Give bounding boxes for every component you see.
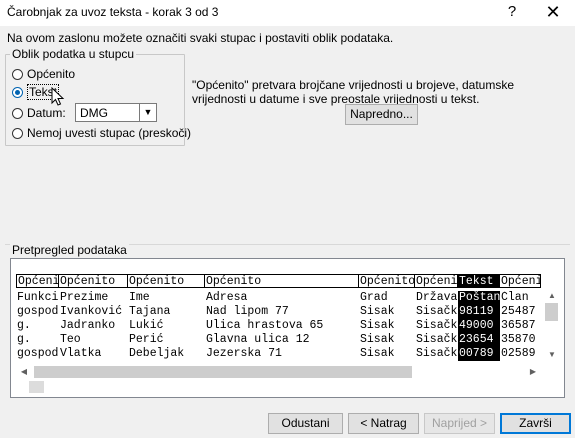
preview-cell: Sisak bbox=[360, 347, 395, 360]
preview-cell: Sisačko bbox=[416, 305, 458, 318]
radio-general-label: Općenito bbox=[27, 67, 76, 81]
preview-cell: Sisačko bbox=[416, 319, 458, 332]
preview-column-header[interactable]: Općenito bbox=[205, 274, 359, 288]
preview-column-header[interactable]: Tekst bbox=[458, 274, 500, 288]
next-button[interactable]: Naprijed > bbox=[424, 413, 495, 434]
preview-cell: Ivanković bbox=[60, 305, 123, 318]
radio-skip[interactable]: Nemoj uvesti stupac (preskoči) bbox=[12, 125, 191, 141]
preview-cell: Ime bbox=[129, 291, 150, 304]
preview-column-header[interactable]: Općenito bbox=[128, 274, 205, 288]
finish-button[interactable]: Završi bbox=[500, 413, 571, 434]
radio-skip-circle[interactable] bbox=[12, 127, 23, 139]
radio-date[interactable]: Datum: bbox=[12, 105, 66, 121]
scroll-down-icon[interactable]: ▼ bbox=[545, 348, 559, 362]
preview-column-header[interactable]: Općenito bbox=[500, 274, 541, 288]
back-button[interactable]: < Natrag bbox=[348, 413, 419, 434]
preview-cell: Poštanski bbox=[458, 291, 500, 305]
preview-label: Pretpregled podataka bbox=[10, 243, 129, 257]
preview-cell: 36587 bbox=[501, 319, 536, 332]
preview-cell: Član bbox=[501, 291, 529, 304]
preview-cell: gospodin bbox=[17, 305, 59, 318]
preview-cell: Nad lipom 77 bbox=[206, 305, 289, 318]
radio-date-circle[interactable] bbox=[12, 107, 23, 119]
format-info-text: "Općenito" pretvara brojčane vrijednosti… bbox=[192, 78, 515, 106]
preview-cell: Sisačko bbox=[416, 347, 458, 360]
preview-cell: Sisak bbox=[360, 319, 395, 332]
preview-cell: Jezerska 71 bbox=[206, 347, 282, 360]
help-button[interactable]: ? bbox=[494, 0, 530, 26]
preview-cell: Funkcija bbox=[17, 291, 59, 304]
preview-column-header[interactable]: Općenito bbox=[59, 274, 128, 288]
preview-cell: 49000 bbox=[458, 319, 500, 333]
preview-cell: Tajana bbox=[129, 305, 171, 318]
preview-column-header[interactable]: Općenito bbox=[415, 274, 458, 288]
preview-cell: Jadranko bbox=[60, 319, 116, 332]
date-format-select[interactable]: DMG ▼ bbox=[75, 103, 157, 122]
preview-cell: Teo bbox=[60, 333, 81, 346]
step-description: Na ovom zaslonu možete označiti svaki st… bbox=[7, 31, 394, 45]
radio-general-circle[interactable] bbox=[12, 68, 23, 80]
preview-cell: Sisačko bbox=[416, 333, 458, 346]
cancel-button[interactable]: Odustani bbox=[268, 413, 343, 434]
preview-cell: Ulica hrastova 65 bbox=[206, 319, 324, 332]
preview-cell: g. bbox=[17, 319, 31, 332]
date-format-value: DMG bbox=[80, 106, 108, 120]
column-format-group-label: Oblik podatka u stupcu bbox=[10, 47, 137, 61]
preview-cell: 00789 bbox=[458, 347, 500, 361]
preview-cell: 35870 bbox=[501, 333, 536, 346]
radio-text-circle[interactable] bbox=[12, 86, 23, 98]
preview-cell: Sisak bbox=[360, 333, 395, 346]
scroll-corner bbox=[29, 381, 44, 393]
preview-cell: Grad bbox=[360, 291, 388, 304]
preview-cell: Perić bbox=[129, 333, 164, 346]
preview-column-header[interactable]: Općenito bbox=[359, 274, 415, 288]
horizontal-scroll-thumb[interactable] bbox=[34, 366, 412, 378]
window-title: Čarobnjak za uvoz teksta - korak 3 od 3 bbox=[7, 5, 219, 19]
close-button[interactable]: ✕ bbox=[535, 0, 571, 26]
preview-cell: Država bbox=[416, 291, 458, 304]
scroll-up-icon[interactable]: ▲ bbox=[545, 289, 559, 303]
preview-cell: Lukić bbox=[129, 319, 164, 332]
preview-cell: 23654 bbox=[458, 333, 500, 347]
preview-cell: 98119 bbox=[458, 305, 500, 319]
preview-cell: Vlatka bbox=[60, 347, 102, 360]
preview-cell: Debeljak bbox=[129, 347, 185, 360]
preview-cell: 25487 bbox=[501, 305, 536, 318]
preview-cell: Prezime bbox=[60, 291, 109, 304]
preview-cell: Sisak bbox=[360, 305, 395, 318]
radio-skip-label: Nemoj uvesti stupac (preskoči) bbox=[27, 126, 192, 140]
preview-cell: 02589 bbox=[501, 347, 536, 360]
preview-cell: gospodin bbox=[17, 347, 59, 360]
preview-cell: Glavna ulica 12 bbox=[206, 333, 310, 346]
preview-column-header[interactable]: Općenito bbox=[16, 274, 59, 288]
radio-general[interactable]: Općenito bbox=[12, 66, 75, 82]
advanced-button[interactable]: Napredno... bbox=[345, 104, 418, 125]
scroll-right-icon[interactable]: ▶ bbox=[526, 365, 540, 379]
vertical-scroll-thumb[interactable] bbox=[545, 303, 558, 321]
preview-cell: Adresa bbox=[206, 291, 248, 304]
mouse-pointer-icon bbox=[51, 87, 65, 106]
scroll-left-icon[interactable]: ◀ bbox=[17, 365, 31, 379]
preview-grid[interactable]: OpćenitoOpćenitoOpćenitoOpćenitoOpćenito… bbox=[16, 274, 541, 374]
preview-cell: g. bbox=[17, 333, 31, 346]
radio-date-label: Datum: bbox=[27, 106, 66, 120]
chevron-down-icon[interactable]: ▼ bbox=[139, 104, 156, 121]
